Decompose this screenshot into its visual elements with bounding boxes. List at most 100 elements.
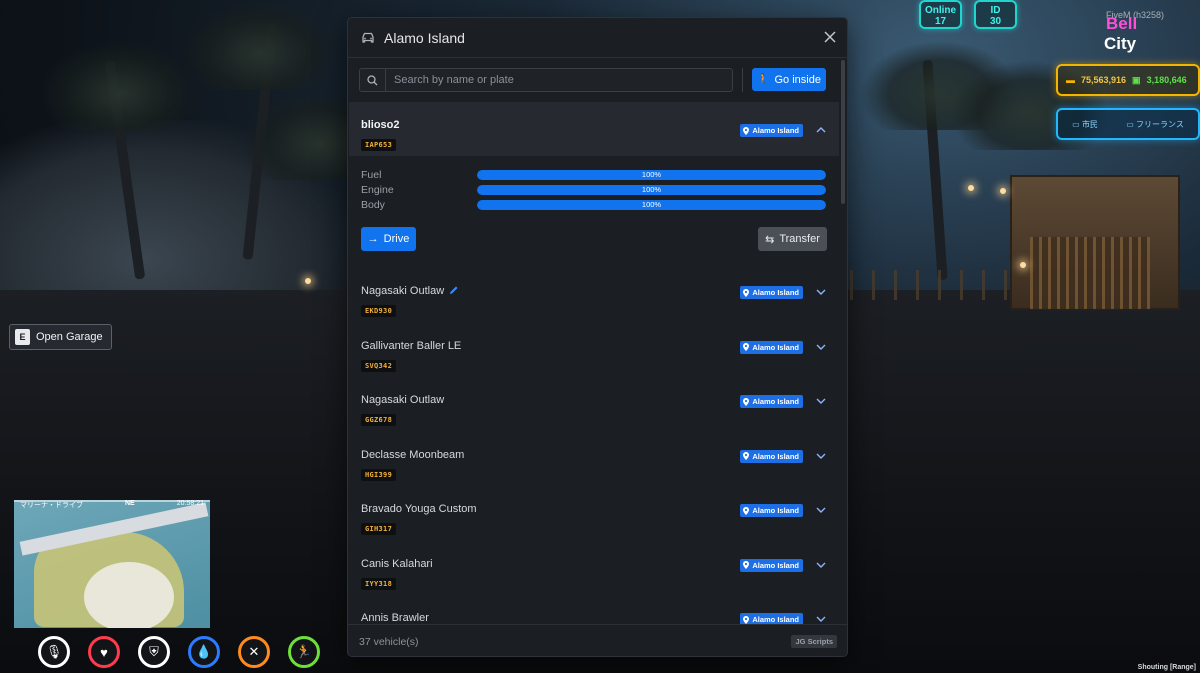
vehicle-count: 37 vehicle(s) [359, 635, 419, 648]
vehicle-item[interactable]: Nagasaki Outlaw EKD930 Alamo Island [349, 266, 839, 321]
vehicle-item[interactable]: Gallivanter Baller LE SVQ342 Alamo Island [349, 321, 839, 376]
minimap-plaza [84, 562, 174, 628]
license-plate: EKD930 [361, 305, 397, 317]
vehicle-name: blioso2 [361, 119, 400, 131]
status-icons: 🎙 ♥ ⛨ 💧 ✕ 🏃 [38, 636, 320, 668]
garage-title: Alamo Island [384, 29, 465, 46]
vehicle-header[interactable]: blioso2 IAP653 Alamo Island [349, 102, 839, 156]
heart-icon: ♥ [88, 636, 120, 668]
vehicle-name: Nagasaki Outlaw [361, 285, 445, 297]
vehicle-header[interactable]: Nagasaki Outlaw GGZ678 Alamo Island [361, 390, 827, 427]
car-icon [362, 32, 374, 43]
vehicle-header[interactable]: Bravado Youga Custom GIH317 Alamo Island [361, 499, 827, 536]
stat-bar: 100% [477, 169, 826, 180]
online-label: Online [924, 5, 957, 16]
vehicle-stats: Fuel 100% Engine 100% Body 100% [361, 167, 827, 212]
water-drop-icon: 💧 [188, 636, 220, 668]
chevron-down-icon[interactable] [815, 341, 827, 353]
location-label: Alamo Island [752, 560, 799, 570]
license-plate: HGI399 [361, 468, 397, 481]
stat-bar: 100% [477, 184, 826, 195]
search-icon-wrap [360, 69, 386, 91]
location-label: Alamo Island [752, 615, 799, 624]
search-separator [742, 68, 743, 92]
stat-value: 100% [641, 184, 662, 194]
go-inside-button[interactable]: 🚶 Go inside [752, 68, 826, 91]
vehicle-item[interactable]: Nagasaki Outlaw GGZ678 Alamo Island [349, 375, 839, 430]
chevron-down-icon[interactable] [815, 395, 827, 407]
key-e-icon: E [15, 329, 30, 345]
script-brand-tag: JG Scripts [791, 635, 837, 648]
stat-row: Engine 100% [361, 182, 827, 197]
location-pin-icon [743, 615, 750, 624]
background-fence [850, 270, 1020, 300]
money-panel: ▬ 75,563,916 ▣ 3,180,646 [1056, 64, 1200, 96]
location-label: Alamo Island [752, 288, 799, 297]
stat-row: Fuel 100% [361, 167, 827, 182]
close-icon[interactable] [823, 30, 837, 44]
background-building [1010, 175, 1180, 310]
location-pin-icon [743, 343, 750, 351]
background-light [305, 278, 311, 284]
background-light [1020, 262, 1026, 268]
vehicle-item[interactable]: Bravado Youga Custom GIH317 Alamo Island [349, 484, 839, 539]
minimap-heading: NE [125, 500, 135, 507]
vehicle-item[interactable]: Declasse Moonbeam HGI399 Alamo Island [349, 430, 839, 485]
job-primary-label: 市民 [1081, 119, 1098, 129]
vehicle-header[interactable]: Annis Brawler Alamo Island [361, 608, 827, 624]
job-secondary-label: フリーランス [1136, 119, 1184, 129]
location-label: Alamo Island [752, 342, 799, 352]
vehicle-header[interactable]: Declasse Moonbeam HGI399 Alamo Island [361, 445, 827, 482]
background-light [968, 185, 974, 191]
search-input[interactable] [386, 69, 732, 91]
pencil-icon[interactable] [449, 285, 459, 295]
vehicle-item[interactable]: Annis Brawler Alamo Island [349, 593, 839, 624]
chevron-down-icon[interactable] [815, 450, 827, 462]
briefcase-icon: ▭ [1072, 119, 1080, 129]
license-plate: IAP653 [361, 139, 397, 151]
id-label: ID [990, 5, 1001, 16]
vehicle-header[interactable]: Nagasaki Outlaw EKD930 Alamo Island [361, 281, 827, 318]
open-garage-prompt[interactable]: E Open Garage [9, 324, 112, 350]
vehicle-header[interactable]: Gallivanter Baller LE SVQ342 Alamo Island [361, 336, 827, 373]
location-label: Alamo Island [752, 126, 799, 135]
transfer-arrows-icon: ⇆ [765, 233, 775, 246]
vehicle-item[interactable]: blioso2 IAP653 Alamo Island Fuel 100% Engine 1… [349, 102, 839, 266]
arrow-right-icon: → [367, 233, 379, 245]
id-value: 30 [989, 16, 1002, 27]
location-pin-icon [743, 452, 750, 460]
cash-amount: 75,563,916 [1081, 75, 1127, 85]
modal-header: Alamo Island [348, 18, 847, 58]
location-pin-icon [743, 506, 750, 515]
walking-person-icon: 🚶 [757, 74, 770, 85]
chevron-down-icon[interactable] [815, 504, 827, 516]
drive-button[interactable]: → Drive [361, 227, 416, 251]
vehicle-header[interactable]: Canis Kalahari IYY318 Alamo Island [361, 554, 827, 591]
location-pin-icon [743, 126, 750, 135]
location-badge: Alamo Island [740, 395, 803, 408]
vehicle-name: Annis Brawler [361, 612, 429, 624]
cash-icon: ▬ [1066, 75, 1075, 85]
bank-icon: ▣ [1132, 74, 1141, 85]
minimap-header: マリーナ・ドライブ NE 20:58:21 [14, 500, 210, 512]
brand-name-line2: City [1104, 34, 1137, 53]
shield-icon: ⛨ [138, 636, 170, 668]
chevron-down-icon[interactable] [815, 613, 827, 624]
stat-row: Body 100% [361, 197, 827, 212]
chevron-down-icon[interactable] [815, 559, 827, 571]
location-pin-icon [743, 288, 750, 297]
location-badge: Alamo Island [740, 558, 803, 572]
voice-range-status: Shouting [Range] [1137, 664, 1196, 671]
online-count-box: Online 17 [919, 0, 962, 29]
chevron-up-icon[interactable] [815, 124, 827, 136]
transfer-button[interactable]: ⇆ Transfer [758, 227, 827, 251]
location-badge: Alamo Island [740, 286, 803, 299]
online-count: 17 [934, 16, 947, 27]
chevron-down-icon[interactable] [815, 286, 827, 298]
location-pin-icon [743, 561, 750, 569]
stat-bar: 100% [477, 199, 826, 210]
vehicle-actions: → Drive ⇆ Transfer [361, 227, 827, 251]
vehicle-item[interactable]: Canis Kalahari IYY318 Alamo Island [349, 539, 839, 594]
location-badge: Alamo Island [740, 613, 803, 624]
vehicle-list-scrollbar[interactable] [841, 60, 845, 204]
